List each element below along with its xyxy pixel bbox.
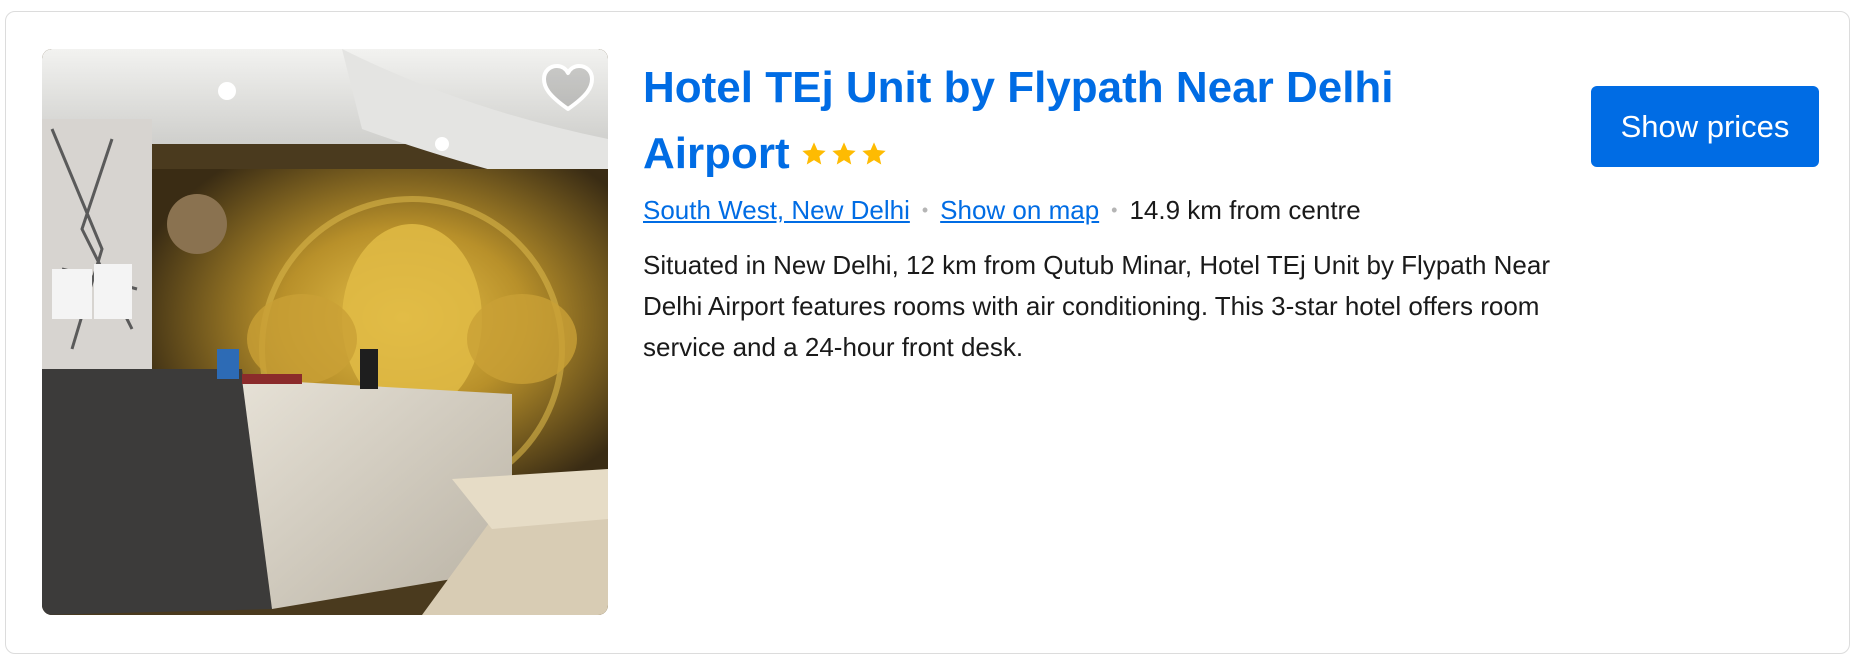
star-icon <box>831 142 856 165</box>
location-link[interactable]: South West, New Delhi <box>643 195 910 225</box>
hotel-lobby-image <box>42 49 608 615</box>
favourite-heart-icon[interactable] <box>538 59 598 119</box>
separator-dot: • <box>1111 200 1118 220</box>
separator-dot: • <box>921 200 929 220</box>
star-rating <box>800 120 890 184</box>
star-icon <box>801 142 826 165</box>
hotel-description: Situated in New Delhi, 12 km from Qutub … <box>643 250 1551 362</box>
hotel-name-link[interactable]: Hotel TEj Unit by Flypath Near Delhi Air… <box>643 63 1394 178</box>
distance-text: 14.9 km from centre <box>1129 195 1361 225</box>
show-prices-button[interactable]: Show prices <box>1591 86 1819 167</box>
hotel-photo[interactable] <box>42 49 608 615</box>
hotel-title: Hotel TEj Unit by Flypath Near Delhi Air… <box>643 56 1543 186</box>
location-row: South West, New Delhi • Show on map • 14.9 k… <box>643 193 1361 227</box>
show-on-map-link[interactable]: Show on map <box>940 195 1099 225</box>
star-icon <box>861 142 886 165</box>
